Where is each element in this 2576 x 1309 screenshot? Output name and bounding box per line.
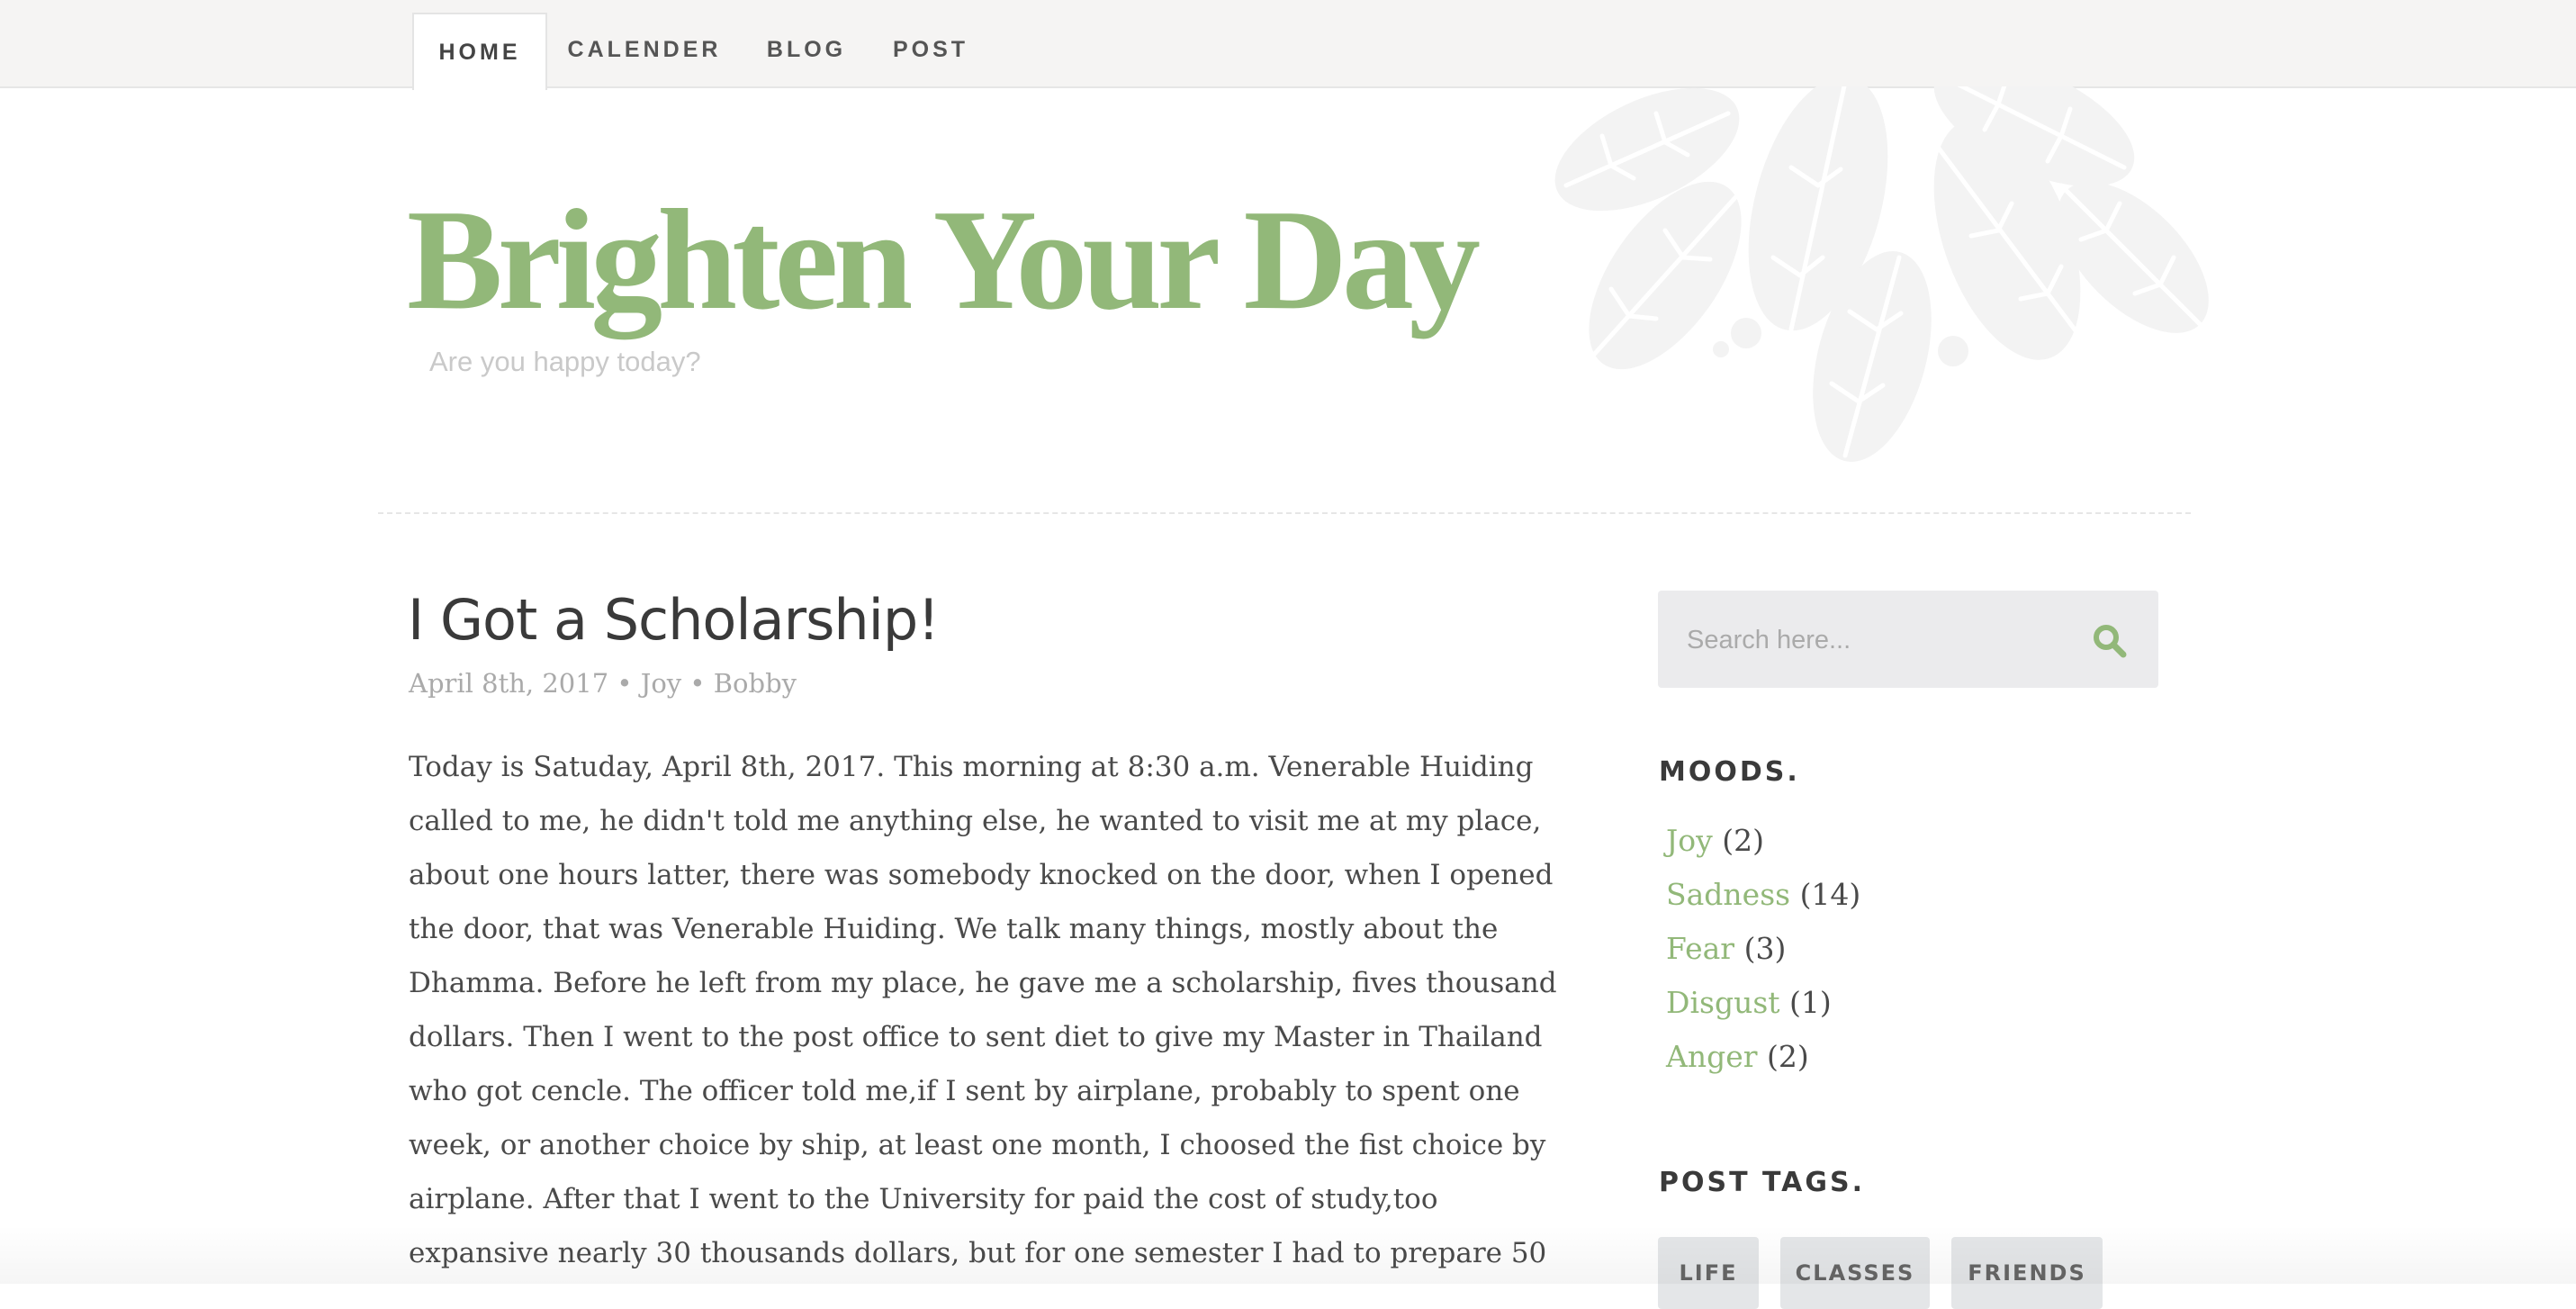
- mood-link[interactable]: Disgust: [1666, 985, 1780, 1020]
- leaf-cluster-icon: [1554, 86, 2209, 462]
- post-body-line: expansive nearly 30 thousands dollars, b…: [409, 1237, 1547, 1269]
- mood-link[interactable]: Fear: [1666, 931, 1734, 966]
- post-date[interactable]: April 8th, 2017: [409, 668, 608, 699]
- post-title[interactable]: I Got a Scholarship!: [408, 587, 940, 653]
- post-tags-heading: POST TAGS.: [1659, 1167, 1865, 1198]
- mood-count: (3): [1743, 931, 1787, 966]
- post-meta: April 8th, 2017 • Joy • Bobby: [409, 668, 797, 699]
- post-mood[interactable]: Joy: [641, 668, 681, 699]
- mood-link[interactable]: Anger: [1666, 1039, 1758, 1074]
- tag-classes[interactable]: CLASSES: [1780, 1237, 1930, 1309]
- post-body-line: about one hours latter, there was somebo…: [409, 859, 1554, 891]
- post-body-line: Dhamma. Before he left from my place, he…: [409, 967, 1557, 999]
- search-box: [1658, 591, 2158, 690]
- post-body-line: week, or another choice by ship, at leas…: [409, 1129, 1546, 1161]
- mood-link[interactable]: Sadness: [1666, 877, 1790, 912]
- post-body-line: who got cencle. The officer told me,if I…: [409, 1075, 1520, 1107]
- search-input[interactable]: [1685, 591, 2067, 690]
- nav-home[interactable]: HOME: [412, 13, 547, 90]
- mood-count: (14): [1799, 877, 1861, 912]
- mood-count: (2): [1767, 1039, 1809, 1074]
- site-tagline: Are you happy today?: [429, 346, 701, 377]
- moods-heading: MOODS.: [1659, 756, 1800, 788]
- post-body-line: the door, that was Venerable Huiding. We…: [409, 913, 1499, 945]
- tag-life[interactable]: LIFE: [1658, 1237, 1759, 1309]
- nav-calender[interactable]: CALENDER: [554, 13, 734, 86]
- mood-item-fear: Fear (3): [1666, 922, 1860, 976]
- post-body-line: airplane. After that I went to the Unive…: [409, 1183, 1438, 1215]
- moods-list: Joy (2) Sadness (14) Fear (3) Disgust (1…: [1666, 814, 1860, 1084]
- search-icon[interactable]: [2090, 621, 2130, 661]
- nav-blog[interactable]: BLOG: [754, 13, 859, 86]
- post-body-line: dollars. Then I went to the post office …: [409, 1021, 1543, 1053]
- mood-item-sadness: Sadness (14): [1666, 868, 1860, 922]
- mood-count: (1): [1789, 985, 1832, 1020]
- tag-friends[interactable]: FRIENDS: [1951, 1237, 2103, 1309]
- post-body-line: Today is Satuday, April 8th, 2017. This …: [409, 751, 1534, 783]
- header-divider: [378, 512, 2191, 514]
- mood-link[interactable]: Joy: [1666, 823, 1713, 858]
- site-title[interactable]: Brighten Your Day: [407, 187, 1481, 331]
- top-navigation: HOME CALENDER BLOG POST: [0, 0, 2576, 90]
- post-author[interactable]: Bobby: [714, 668, 797, 699]
- post-body: Today is Satuday, April 8th, 2017. This …: [409, 740, 1557, 1280]
- mood-count: (2): [1722, 823, 1764, 858]
- nav-post[interactable]: POST: [880, 13, 981, 86]
- meta-separator: •: [608, 668, 641, 699]
- mood-item-anger: Anger (2): [1666, 1030, 1860, 1084]
- meta-separator: •: [681, 668, 714, 699]
- post-body-line: called to me, he didn't told me anything…: [409, 805, 1542, 837]
- mood-item-disgust: Disgust (1): [1666, 976, 1860, 1030]
- mood-item-joy: Joy (2): [1666, 814, 1860, 868]
